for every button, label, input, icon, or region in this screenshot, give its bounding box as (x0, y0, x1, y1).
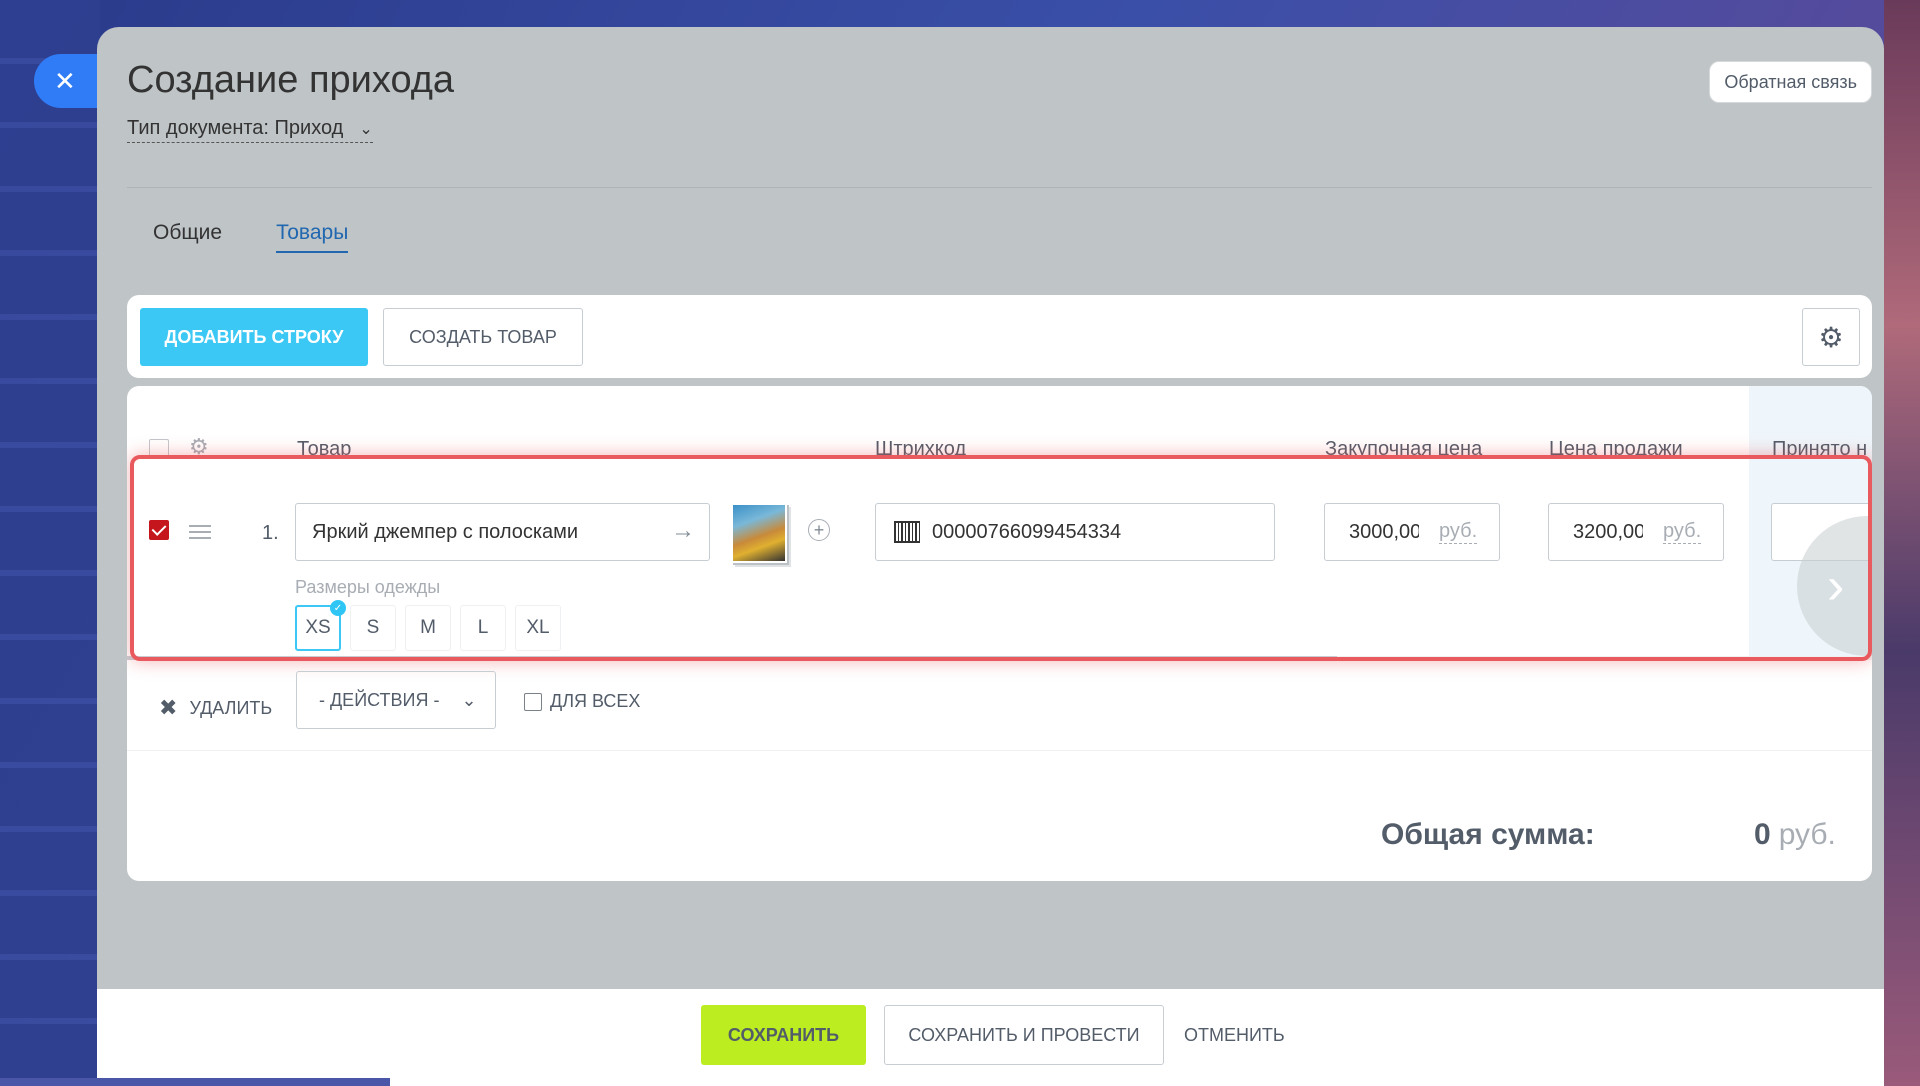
tab-products[interactable]: Товары (276, 221, 349, 253)
doc-type-label: Тип документа: Приход (127, 117, 344, 139)
delete-label: УДАЛИТЬ (189, 697, 273, 718)
close-icon: ✕ (54, 65, 76, 96)
total-value: 0 руб. (1754, 818, 1836, 852)
cancel-button[interactable]: ОТМЕНИТЬ (1184, 1005, 1285, 1065)
for-all-checkbox[interactable]: ДЛЯ ВСЕХ (524, 691, 640, 712)
add-row-button[interactable]: ДОБАВИТЬ СТРОКУ (140, 308, 368, 366)
for-all-label: ДЛЯ ВСЕХ (550, 691, 641, 711)
total-amount: 0 (1754, 818, 1771, 851)
bottom-strip (0, 1078, 390, 1086)
divider (127, 187, 1872, 188)
page-title: Создание прихода (127, 59, 455, 101)
chevron-down-icon: ⌄ (461, 689, 477, 710)
tabs: Общие Товары (153, 221, 349, 253)
footer-buttons: СОХРАНИТЬ СОХРАНИТЬ И ПРОВЕСТИ ОТМЕНИТЬ (97, 989, 1884, 1086)
chevron-down-icon: ⌄ (359, 120, 373, 138)
slider-panel: Обратная связь Создание прихода Тип доку… (97, 27, 1884, 1086)
group-actions-bar: ✖ УДАЛИТЬ - ДЕЙСТВИЯ - ⌄ ДЛЯ ВСЕХ (127, 671, 1872, 751)
products-toolbar: ДОБАВИТЬ СТРОКУ СОЗДАТЬ ТОВАР ⚙ (127, 295, 1872, 378)
toolbar-settings-button[interactable]: ⚙ (1802, 308, 1860, 366)
save-and-post-button[interactable]: СОХРАНИТЬ И ПРОВЕСТИ (884, 1005, 1164, 1065)
background-left-panel (0, 0, 100, 1086)
total-currency: руб. (1778, 818, 1836, 851)
gear-icon: ⚙ (1818, 321, 1844, 353)
row-highlight-frame (130, 455, 1872, 661)
total-label: Общая сумма: (1381, 818, 1595, 851)
save-button[interactable]: СОХРАНИТЬ (701, 1005, 866, 1065)
tab-general[interactable]: Общие (153, 221, 222, 253)
create-product-button[interactable]: СОЗДАТЬ ТОВАР (383, 308, 583, 366)
actions-label: - ДЕЙСТВИЯ - (319, 689, 440, 710)
background-right-panel (1884, 0, 1920, 1086)
close-slider-button[interactable]: ✕ (34, 54, 104, 108)
actions-dropdown[interactable]: - ДЕЙСТВИЯ - ⌄ (296, 671, 496, 729)
doc-type-selector[interactable]: Тип документа: Приход ⌄ (127, 117, 373, 143)
feedback-button[interactable]: Обратная связь (1709, 61, 1872, 103)
close-icon: ✖ (159, 695, 178, 720)
products-table: ⚙ Товар Штрихкод Закупочная цена Цена пр… (127, 386, 1872, 881)
checkbox-box[interactable] (524, 692, 542, 711)
delete-button[interactable]: ✖ УДАЛИТЬ (159, 695, 272, 721)
